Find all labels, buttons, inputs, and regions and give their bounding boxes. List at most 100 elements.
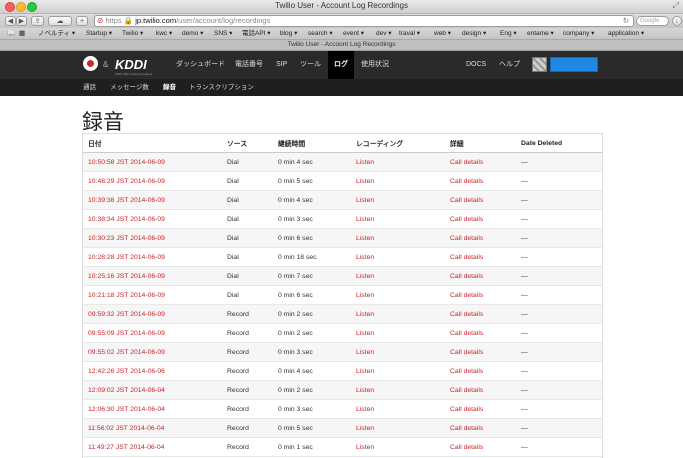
reading-list-icon[interactable]: 📖 [7,28,15,39]
call-details-link[interactable]: Call details [445,190,516,210]
nav-tools[interactable]: ツール [296,51,325,79]
bookmark-item[interactable]: blog ▾ [280,28,297,39]
date-cell[interactable]: 10:28:28 JST 2014-06-09 [83,247,222,267]
date-cell[interactable]: 10:50:58 JST 2014-06-09 [83,152,222,172]
listen-link[interactable]: Listen [351,342,445,362]
icloud-tabs-button[interactable]: ☁ [48,16,72,26]
date-cell[interactable]: 11:56:02 JST 2014-06-04 [83,418,222,438]
downloads-icon[interactable]: ↓ [672,16,682,26]
tab-title[interactable]: Twilio User - Account Log Recordings [287,41,395,48]
subnav-messages[interactable]: メッセージ数 [110,79,149,96]
date-cell[interactable]: 10:25:16 JST 2014-06-09 [83,266,222,286]
date-cell[interactable]: 09:55:02 JST 2014-06-09 [83,342,222,362]
subnav-recordings[interactable]: 録音 [163,79,176,96]
listen-link[interactable]: Listen [351,152,445,172]
listen-link[interactable]: Listen [351,266,445,286]
account-button[interactable] [550,57,598,72]
date-deleted-cell: — [516,266,602,286]
listen-link[interactable]: Listen [351,361,445,381]
date-cell[interactable]: 11:49:27 JST 2014-06-04 [83,437,222,457]
nav-usage[interactable]: 使用状況 [357,51,393,79]
bookmark-item[interactable]: Twilio ▾ [122,28,143,39]
listen-link[interactable]: Listen [351,209,445,229]
call-details-link[interactable]: Call details [445,209,516,229]
bookmark-item[interactable]: ノベルティ ▾ [38,28,75,39]
date-cell[interactable]: 10:30:23 JST 2014-06-09 [83,228,222,248]
date-cell[interactable]: 12:42:26 JST 2014-06-06 [83,361,222,381]
share-button[interactable]: ⇪ [31,16,44,26]
back-button[interactable]: ◀ [5,16,16,26]
listen-link[interactable]: Listen [351,285,445,305]
listen-link[interactable]: Listen [351,418,445,438]
call-details-link[interactable]: Call details [445,285,516,305]
avatar[interactable] [532,57,547,72]
bookmark-item[interactable]: demo ▾ [182,28,203,39]
nav-help[interactable]: ヘルプ [499,51,520,79]
call-details-link[interactable]: Call details [445,228,516,248]
listen-link[interactable]: Listen [351,247,445,267]
bookmark-item[interactable]: dev ▾ [376,28,392,39]
duration-cell: 0 min 4 sec [273,152,351,172]
date-cell[interactable]: 10:38:34 JST 2014-06-09 [83,209,222,229]
subnav-calls[interactable]: 通話 [83,79,96,96]
new-tab-button[interactable]: + [76,16,88,26]
bookmark-item[interactable]: Startup ▾ [86,28,112,39]
search-field[interactable]: Google [636,16,669,26]
bookmark-item[interactable]: 電話API ▾ [242,28,271,39]
top-sites-icon[interactable]: ▦ [19,28,25,39]
nav-logs[interactable]: ログ [328,51,354,79]
call-details-link[interactable]: Call details [445,152,516,172]
browser-toolbar: ◀ ▶ ⇪ ☁ + ⊘ https 🔒 jp.twilio.com/user/a… [0,14,683,28]
bookmark-item[interactable]: search ▾ [308,28,333,39]
twilio-logo-icon[interactable] [83,56,98,71]
subnav-transcriptions[interactable]: トランスクリプション [189,79,254,96]
nav-sip[interactable]: SIP [272,51,291,79]
date-cell[interactable]: 12:06:30 JST 2014-06-04 [83,399,222,419]
call-details-link[interactable]: Call details [445,380,516,400]
source-cell: Record [222,380,273,400]
listen-link[interactable]: Listen [351,190,445,210]
fullscreen-icon[interactable]: ⤢ [673,1,679,11]
nav-docs[interactable]: DOCS [466,51,486,79]
bookmark-item[interactable]: traval ▾ [399,28,420,39]
date-cell[interactable]: 10:48:29 JST 2014-06-09 [83,171,222,191]
call-details-link[interactable]: Call details [445,418,516,438]
date-cell[interactable]: 10:21:18 JST 2014-06-09 [83,285,222,305]
call-details-link[interactable]: Call details [445,247,516,267]
call-details-link[interactable]: Call details [445,304,516,324]
listen-link[interactable]: Listen [351,304,445,324]
call-details-link[interactable]: Call details [445,399,516,419]
duration-cell: 0 min 7 sec [273,266,351,286]
call-details-link[interactable]: Call details [445,266,516,286]
bookmark-item[interactable]: event ▾ [343,28,364,39]
call-details-link[interactable]: Call details [445,342,516,362]
listen-link[interactable]: Listen [351,399,445,419]
bookmark-item[interactable]: application ▾ [608,28,644,39]
listen-link[interactable]: Listen [351,228,445,248]
kddi-logo[interactable]: KDDI [115,57,147,72]
call-details-link[interactable]: Call details [445,323,516,343]
date-cell[interactable]: 09:55:09 JST 2014-06-09 [83,323,222,343]
nav-dashboard[interactable]: ダッシュボード [172,51,229,79]
date-cell[interactable]: 10:39:38 JST 2014-06-09 [83,190,222,210]
listen-link[interactable]: Listen [351,380,445,400]
nav-phone-numbers[interactable]: 電話番号 [231,51,267,79]
listen-link[interactable]: Listen [351,437,445,457]
call-details-link[interactable]: Call details [445,171,516,191]
bookmark-item[interactable]: design ▾ [462,28,486,39]
reload-icon[interactable]: ↻ [623,16,629,26]
listen-link[interactable]: Listen [351,171,445,191]
bookmark-item[interactable]: kwc ▾ [156,28,172,39]
call-details-link[interactable]: Call details [445,361,516,381]
bookmark-item[interactable]: company ▾ [563,28,594,39]
date-cell[interactable]: 12:09:02 JST 2014-06-04 [83,380,222,400]
bookmark-item[interactable]: web ▾ [434,28,451,39]
bookmark-item[interactable]: Eng ▾ [500,28,517,39]
call-details-link[interactable]: Call details [445,437,516,457]
forward-button[interactable]: ▶ [16,16,27,26]
bookmark-item[interactable]: entame ▾ [527,28,554,39]
date-cell[interactable]: 09:59:32 JST 2014-06-09 [83,304,222,324]
bookmark-item[interactable]: SNS ▾ [214,28,232,39]
address-bar[interactable]: ⊘ https 🔒 jp.twilio.com/user/account/log… [94,15,634,27]
listen-link[interactable]: Listen [351,323,445,343]
